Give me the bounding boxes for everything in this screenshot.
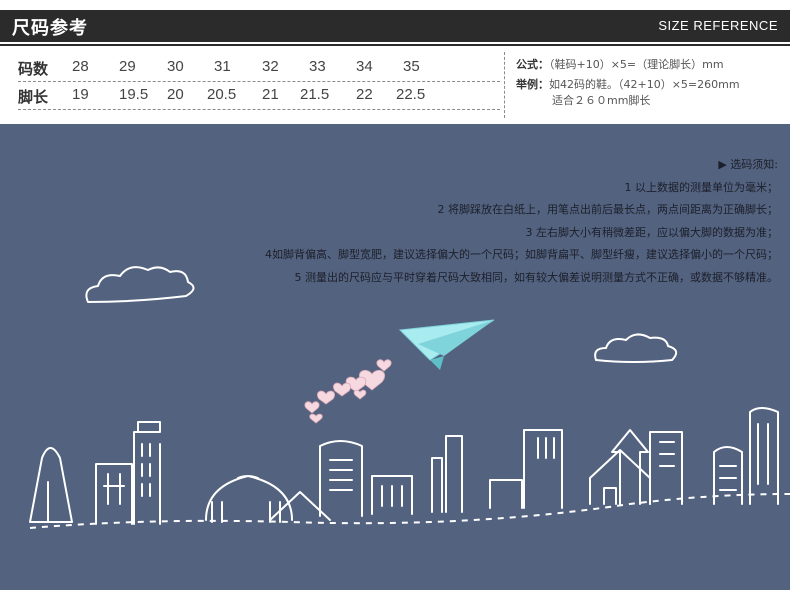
dome-icon xyxy=(205,475,293,523)
row-divider xyxy=(18,109,500,110)
building-e-icon xyxy=(489,479,523,509)
formula-text: （鞋码+10）×5=（理论脚长）mm xyxy=(549,58,724,71)
length-cell: 19 xyxy=(72,86,89,103)
length-cell: 20.5 xyxy=(207,86,237,103)
section-subtitle: SIZE REFERENCE xyxy=(658,18,778,33)
size-cell: 32 xyxy=(262,58,279,75)
size-row: 码数 28 29 30 31 32 33 34 35 xyxy=(18,54,500,81)
cloud-left-icon xyxy=(85,266,195,303)
section-title: 尺码参考 xyxy=(12,18,88,39)
heart-icon xyxy=(304,401,320,414)
note-item: 5 测量出的尺码应与平时穿着尺码大致相同，如有较大偏差说明测量方式不正确，或数据… xyxy=(294,270,779,284)
heart-icon xyxy=(376,359,392,372)
note-item: 4如脚背偏高、脚型宽肥，建议选择偏大的一个尺码；如脚背扁平、脚型纤瘦，建议选择偏… xyxy=(265,248,778,261)
cloud-right-icon xyxy=(594,333,678,363)
tower-icon xyxy=(133,421,161,525)
ground-line xyxy=(29,493,790,529)
heart-icon xyxy=(333,382,351,397)
example-text: 如42码的鞋。（42+10）×5=260mm xyxy=(549,78,740,91)
example-result: 适合２６０mm脚长 xyxy=(552,94,651,107)
section-header: 尺码参考 SIZE REFERENCE xyxy=(0,10,790,42)
illustration-panel: ▶ 选码须知: 1 以上数据的测量单位为毫米； 2 将脚踩放在白纸上，用笔点出前… xyxy=(0,124,790,590)
size-cell: 28 xyxy=(72,58,89,75)
example-line: 举例：如42码的鞋。（42+10）×5=260mm xyxy=(516,77,740,93)
size-cell: 34 xyxy=(356,58,373,75)
length-cell: 21 xyxy=(262,86,279,103)
length-cell: 21.5 xyxy=(300,86,330,103)
heart-icon xyxy=(309,413,323,424)
heart-icon xyxy=(353,389,367,400)
size-cell: 33 xyxy=(309,58,326,75)
building-b-icon xyxy=(319,440,363,517)
paper-plane-icon xyxy=(398,319,495,370)
notes-heading: ▶ 选码须知: xyxy=(718,158,778,171)
length-cell: 22.5 xyxy=(396,86,426,103)
header-underline xyxy=(0,44,790,46)
size-cell: 35 xyxy=(403,58,420,75)
length-row: 脚长 19 19.5 20 20.5 21 21.5 22 22.5 xyxy=(18,82,500,109)
formula-label: 公式： xyxy=(516,58,549,71)
column-divider xyxy=(504,52,505,118)
size-row-label: 码数 xyxy=(18,60,49,78)
length-cell: 19.5 xyxy=(119,86,149,103)
size-cell: 29 xyxy=(119,58,136,75)
example-label: 举例： xyxy=(516,78,549,91)
notes-block: ▶ 选码须知: 1 以上数据的测量单位为毫米； 2 将脚踩放在白纸上，用笔点出前… xyxy=(265,154,778,289)
building-c-icon xyxy=(371,475,413,515)
building-d-icon xyxy=(431,435,463,513)
length-cell: 22 xyxy=(356,86,373,103)
size-cell: 30 xyxy=(167,58,184,75)
length-cell: 20 xyxy=(167,86,184,103)
tree-left-icon xyxy=(29,447,73,523)
arrow-building-icon xyxy=(611,429,683,505)
size-table: 码数 28 29 30 31 32 33 34 35 脚长 19 19.5 20… xyxy=(18,54,500,110)
formula-line: 公式：（鞋码+10）×5=（理论脚长）mm xyxy=(516,57,724,73)
size-cell: 31 xyxy=(214,58,231,75)
building-f-icon xyxy=(523,429,563,509)
length-row-label: 脚长 xyxy=(18,88,49,106)
heart-icon xyxy=(317,390,335,405)
note-item: 1 以上数据的测量单位为毫米； xyxy=(624,180,779,194)
note-item: 2 将脚踩放在白纸上，用笔点出前后最长点，两点间距离为正确脚长； xyxy=(437,203,779,216)
building-h-icon xyxy=(749,407,779,505)
note-item: 3 左右脚大小有稍微差距，应以偏大脚的数据为准； xyxy=(525,225,779,239)
building-a-icon xyxy=(95,463,133,525)
